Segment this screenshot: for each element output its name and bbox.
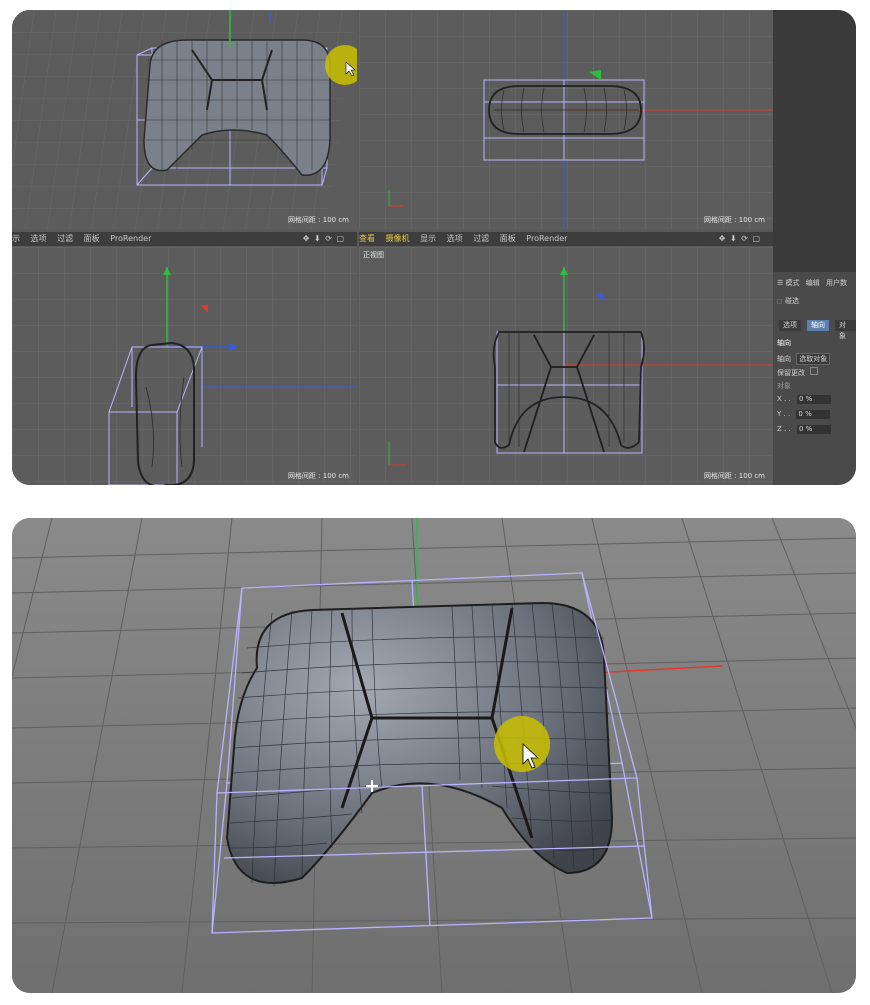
coord-row-z: Z . . 0 % — [777, 425, 831, 434]
coord-row-y: Y . . 0 % — [777, 410, 831, 419]
object-label: 对象 — [777, 382, 791, 390]
coord-row-x: X . . 0 % — [777, 395, 831, 404]
right-viewport[interactable]: 网格间距 : 100 cm — [12, 247, 357, 485]
front-viewport[interactable]: 正视图 网格间距 : 100 cm — [359, 247, 773, 485]
attr-menu-edit[interactable]: 编辑 — [806, 279, 820, 287]
menu-item[interactable]: ProRender — [526, 234, 567, 243]
coord-y-field[interactable]: 0 % — [796, 410, 831, 419]
menu-item[interactable]: 选项 — [447, 234, 463, 243]
section-title: 轴向 — [777, 339, 791, 347]
viewport-menubar-left: 示 选项 过滤 面板 ProRender ✥ ⬇ ⟳ ▢ — [12, 232, 357, 246]
menu-item-camera[interactable]: 摄像机 — [386, 234, 410, 243]
closeup-scene[interactable] — [12, 518, 856, 993]
top-viewport[interactable]: 网格间距 : 100 cm — [359, 10, 773, 229]
viewport-nav-icons[interactable]: ✥ ⬇ ⟳ ▢ — [303, 232, 345, 246]
coord-axis: X — [777, 395, 782, 403]
side-view-scene — [12, 247, 357, 485]
side-panel-upper — [773, 10, 856, 272]
perspective-scene — [12, 10, 357, 229]
grid-spacing-label: 网格间距 : 100 cm — [287, 472, 349, 480]
coord-x-field[interactable]: 0 % — [796, 395, 831, 404]
grid-spacing-label: 网格间距 : 100 cm — [703, 472, 765, 480]
tab-options[interactable]: 选项 — [779, 320, 801, 331]
coord-axis: Z — [777, 425, 782, 433]
front-view-scene — [359, 247, 773, 485]
menu-item-view[interactable]: 查看 — [359, 234, 375, 243]
attr-menu-mode[interactable]: 模式 — [786, 279, 800, 287]
object-icon: ◻ — [777, 297, 783, 305]
attributes-panel: ☰ 模式 编辑 用户数 ◻ 碰选 选项 轴向 对象 轴向 轴向 选取对象 保留更… — [773, 272, 856, 485]
keep-changes-row: 保留更改 — [777, 367, 819, 378]
viewport-nav-icons[interactable]: ✥ ⬇ ⟳ ▢ — [719, 232, 761, 246]
menu-item[interactable]: 选项 — [31, 234, 47, 243]
menu-item[interactable]: 过滤 — [57, 234, 73, 243]
axis-label: 轴向 — [777, 355, 791, 363]
attributes-header: ☰ 模式 编辑 用户数 — [777, 278, 847, 288]
grid-spacing-label: 网格间距 : 100 cm — [703, 216, 765, 224]
top-view-scene — [359, 10, 773, 229]
click-highlight-icon — [494, 716, 550, 772]
menu-item[interactable]: 示 — [12, 234, 20, 243]
pick-object-button[interactable]: 选取对象 — [796, 353, 831, 365]
coord-axis: Y — [777, 410, 782, 418]
menu-item[interactable]: 显示 — [420, 234, 436, 243]
object-name-row: ◻ 碰选 — [777, 296, 799, 306]
tab-object[interactable]: 对象 — [835, 320, 856, 340]
menu-item[interactable]: 面板 — [84, 234, 100, 243]
keep-changes-label: 保留更改 — [777, 369, 805, 377]
menu-item[interactable]: 面板 — [500, 234, 516, 243]
menu-item[interactable]: 过滤 — [473, 234, 489, 243]
object-name: 碰选 — [785, 297, 800, 305]
perspective-closeup — [12, 518, 856, 993]
viewports-screenshot: 网格间距 : 100 cm 网格间距: 100 cm 示 选项 过滤 面板 P… — [12, 10, 856, 485]
menu-icon[interactable]: ☰ — [777, 279, 783, 287]
attr-menu-user[interactable]: 用户数 — [826, 279, 847, 287]
perspective-viewport[interactable]: 网格间距 : 100 cm — [12, 10, 357, 229]
viewport-title: 正视图 — [363, 251, 384, 259]
menu-item[interactable]: ProRender — [110, 234, 151, 243]
axis-row: 轴向 选取对象 — [777, 353, 831, 365]
grid-spacing-label: 网格间距 : 100 cm — [287, 216, 349, 224]
viewport-menubar-right: 查看 摄像机 显示 选项 过滤 面板 ProRender ✥ ⬇ ⟳ ▢ — [359, 232, 773, 246]
keep-changes-checkbox[interactable] — [810, 367, 819, 375]
coord-z-field[interactable]: 0 % — [796, 425, 831, 434]
tab-axis[interactable]: 轴向 — [807, 320, 829, 331]
